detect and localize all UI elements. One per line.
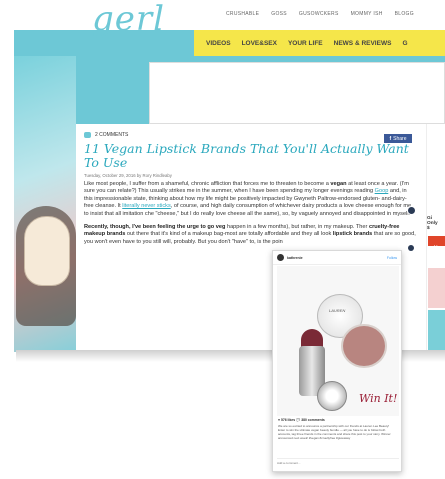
instagram-header: kathrenie Follow xyxy=(273,251,401,265)
partner-site-link[interactable]: Mommy Ish xyxy=(351,11,383,17)
site-logo[interactable]: gerl xyxy=(92,2,165,36)
facebook-share-button[interactable]: f Share xyxy=(384,134,412,143)
goop-link[interactable]: Goop xyxy=(375,188,389,194)
never-sticks-link[interactable]: literally never sticks xyxy=(122,203,171,209)
sidebar-cta-button[interactable]: V xyxy=(428,236,445,251)
avatar[interactable] xyxy=(277,254,284,261)
article-paragraph: Like most people, I suffer from a shamef… xyxy=(84,181,412,217)
nav-item-more[interactable]: G xyxy=(402,40,407,47)
instagram-photo[interactable]: LAUREN Win It! xyxy=(277,266,399,416)
decorative-illustration xyxy=(14,56,76,352)
nav-item-videos[interactable]: VIDEOS xyxy=(206,40,231,47)
carousel-dot[interactable] xyxy=(408,245,414,251)
comment-input[interactable]: Add a comment... xyxy=(277,458,399,465)
lipstick-cap-image xyxy=(317,381,347,411)
article-title: 11 Vegan Lipstick Brands That You'll Act… xyxy=(84,141,409,170)
main-nav: VIDEOS LOVE&SEX YOUR LIFE NEWS & REVIEWS… xyxy=(194,30,445,56)
compact-powder-image xyxy=(341,324,387,368)
nav-item-love-sex[interactable]: LOVE&SEX xyxy=(242,40,277,47)
instagram-username[interactable]: kathrenie xyxy=(287,256,303,260)
illustration-face xyxy=(24,216,70,286)
ad-banner[interactable] xyxy=(149,62,445,124)
follow-button[interactable]: Follow xyxy=(387,256,397,260)
partner-site-link[interactable]: GUSOWCKERS xyxy=(299,11,339,17)
sidebar-ad-text: Gi Only $ xyxy=(427,216,438,231)
nav-item-your-life[interactable]: YOUR LIFE xyxy=(288,40,323,47)
partner-site-link[interactable]: GOSS xyxy=(271,11,287,17)
win-it-text: Win It! xyxy=(359,392,398,405)
instagram-likes: ♥ 576 likes 💬 380 comments xyxy=(278,418,325,422)
comment-icon xyxy=(84,132,91,138)
carousel-prev-button[interactable] xyxy=(407,206,416,215)
site-header: gerl CRUSHABLE GOSS GUSOWCKERS Mommy Ish… xyxy=(14,0,445,36)
instagram-embed[interactable]: kathrenie Follow LAUREN Win It! ♥ 576 li… xyxy=(272,250,402,472)
sidebar-image xyxy=(428,310,445,350)
article-paragraph: Recently, though, I've been feeling the … xyxy=(84,224,416,245)
article-byline: Tuesday, October 29, 2016 by Rory Rindle… xyxy=(84,173,172,178)
nav-item-news-reviews[interactable]: NEWS & REVIEWS xyxy=(334,40,392,47)
partner-sites-bar: CRUSHABLE GOSS GUSOWCKERS Mommy Ish BLOG… xyxy=(226,11,414,17)
sidebar-image xyxy=(428,268,445,308)
compact-brand-label: LAUREN xyxy=(329,308,346,313)
partner-site-link[interactable]: BLOGG xyxy=(395,11,414,17)
facebook-icon: f xyxy=(389,135,392,142)
partner-site-link[interactable]: CRUSHABLE xyxy=(226,11,259,17)
comments-link[interactable]: 2 COMMENTS xyxy=(84,132,418,138)
instagram-caption: We are so excited to announce a partners… xyxy=(278,424,391,440)
